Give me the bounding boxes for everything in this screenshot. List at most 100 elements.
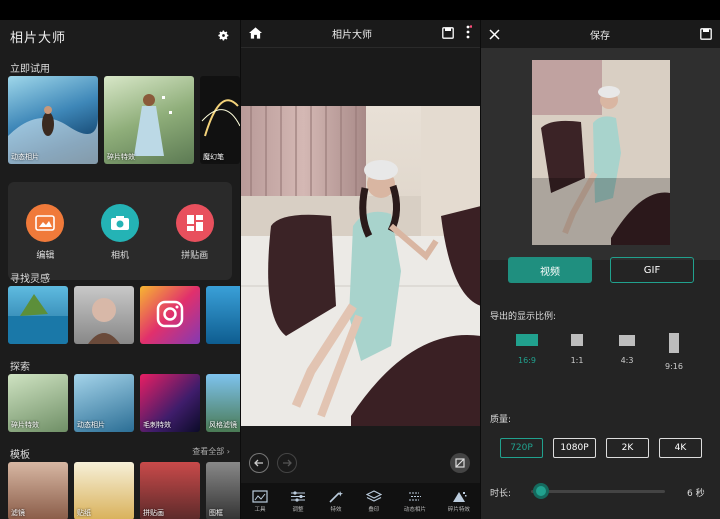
bottom-toolbar: 工具 调整 特效 叠印 动态相片 碎片特效: [241, 483, 480, 519]
edited-photo: [241, 106, 480, 426]
tile-label: 拼贴画: [143, 508, 164, 518]
close-icon[interactable]: [489, 25, 500, 44]
gif-mode-button[interactable]: GIF: [610, 257, 694, 283]
tool-label: 叠印: [368, 505, 379, 513]
gear-icon[interactable]: [217, 27, 230, 46]
portrait-image: [74, 286, 134, 344]
ratio-9-16-icon: [667, 332, 681, 354]
camera-tool[interactable]: 相机: [101, 204, 139, 261]
tile-magic-pen[interactable]: 魔幻笔: [200, 76, 240, 164]
tile-label: 碎片特效: [11, 420, 39, 430]
inspiration-tile[interactable]: [8, 286, 68, 344]
compare-button[interactable]: [450, 453, 470, 473]
ratio-9-16[interactable]: 9:16: [665, 332, 683, 371]
quality-1080p[interactable]: 1080P: [553, 438, 596, 458]
surf-image: [8, 76, 98, 164]
home-header: 相片大师: [0, 20, 240, 52]
duration-slider[interactable]: [531, 490, 665, 493]
export-preview-image: [481, 48, 720, 260]
duration-value: 6 秒: [687, 486, 705, 499]
tool-tools[interactable]: 工具: [252, 490, 268, 513]
tool-adjust[interactable]: 调整: [290, 490, 306, 513]
templates-row: 滤镜 贴纸 拼贴画 图框: [8, 462, 240, 519]
camera-icon: [101, 204, 139, 242]
editor-actions: [442, 24, 472, 43]
ratio-16-9-icon: [515, 332, 539, 348]
quality-2k[interactable]: 2K: [606, 438, 649, 458]
tool-label: 特效: [330, 505, 341, 513]
ratio-16-9[interactable]: 16:9: [515, 332, 539, 365]
inspiration-row: [8, 286, 240, 344]
home-icon[interactable]: [249, 24, 262, 43]
tool-overlay[interactable]: 叠印: [366, 490, 382, 513]
template-tile[interactable]: 贴纸: [74, 462, 134, 519]
more-menu-icon[interactable]: [464, 24, 472, 43]
explore-tile[interactable]: 碎片特效: [8, 374, 68, 432]
tool-motion-photo[interactable]: 动态相片: [404, 490, 426, 513]
ratio-1-1[interactable]: 1:1: [569, 332, 585, 365]
tile-label: 魔幻笔: [203, 152, 224, 162]
explore-tile[interactable]: 风格滤镜: [206, 374, 240, 432]
layers-icon: [366, 490, 382, 503]
save-header: 保存: [481, 20, 720, 48]
tile-label: 滤镜: [11, 508, 25, 518]
video-mode-button[interactable]: 视频: [508, 257, 592, 283]
tool-shatter[interactable]: 碎片特效: [448, 490, 470, 513]
collage-icon: [176, 204, 214, 242]
save-icon[interactable]: [700, 25, 712, 44]
main-tools-card: 编辑 相机 拼贴画: [8, 182, 232, 280]
duration-slider-handle[interactable]: [533, 483, 549, 499]
template-tile[interactable]: 图框: [206, 462, 240, 519]
collage-tool[interactable]: 拼贴画: [176, 204, 214, 261]
edit-label: 编辑: [36, 248, 54, 261]
inspiration-tile[interactable]: [74, 286, 134, 344]
section-try-now: 立即试用: [10, 60, 50, 75]
section-explore: 探索: [10, 358, 30, 373]
see-all-label: 查看全部: [192, 447, 224, 456]
save-icon[interactable]: [442, 24, 454, 43]
tile-label: 图框: [209, 508, 223, 518]
island-image: [8, 286, 68, 344]
image-tool-icon: [252, 490, 268, 503]
magic-wand-icon: [328, 490, 344, 503]
tool-label: 调整: [292, 505, 303, 513]
photo-edit-icon: [26, 204, 64, 242]
template-tile[interactable]: 滤镜: [8, 462, 68, 519]
editor-title: 相片大师: [332, 26, 372, 41]
export-preview-area: [481, 48, 720, 260]
ratio-4-3[interactable]: 4:3: [617, 332, 637, 365]
ratio-4-3-icon: [617, 332, 637, 348]
tile-label: 贴纸: [77, 508, 91, 518]
see-all-link[interactable]: 查看全部 ›: [192, 446, 230, 457]
collage-label: 拼贴画: [181, 248, 208, 261]
tile-label: 风格滤镜: [209, 420, 237, 430]
ratio-label: 1:1: [571, 356, 584, 365]
save-title: 保存: [590, 27, 610, 42]
template-tile[interactable]: 拼贴画: [140, 462, 200, 519]
explore-tile[interactable]: 毛刺特效: [140, 374, 200, 432]
inspiration-tile[interactable]: [206, 286, 240, 344]
tile-motion-photo[interactable]: 动态相片: [8, 76, 98, 164]
ratio-label: 9:16: [665, 362, 683, 371]
ratio-1-1-icon: [569, 332, 585, 348]
home-panel: 相片大师 立即试用 动态相片 碎片特效 魔幻笔 编辑: [0, 20, 240, 519]
photo-image: [241, 106, 480, 426]
redo-button[interactable]: [277, 453, 297, 473]
tile-label: 动态相片: [77, 420, 105, 430]
tool-effects[interactable]: 特效: [328, 490, 344, 513]
edit-tool[interactable]: 编辑: [26, 204, 64, 261]
tile-shatter-effect[interactable]: 碎片特效: [104, 76, 194, 164]
undo-button[interactable]: [249, 453, 269, 473]
editor-header: 相片大师: [241, 20, 480, 48]
tool-label: 碎片特效: [448, 505, 470, 513]
explore-row: 碎片特效 动态相片 毛刺特效 风格滤镜: [8, 374, 240, 432]
quality-4k[interactable]: 4K: [659, 438, 702, 458]
tool-label: 动态相片: [404, 505, 426, 513]
inspiration-tile[interactable]: [140, 286, 200, 344]
quality-720p[interactable]: 720P: [500, 438, 543, 458]
quality-heading: 质量:: [490, 412, 511, 425]
tool-label: 工具: [254, 505, 265, 513]
status-bar: [0, 0, 720, 20]
explore-tile[interactable]: 动态相片: [74, 374, 134, 432]
try-now-row: 动态相片 碎片特效 魔幻笔: [8, 76, 240, 164]
